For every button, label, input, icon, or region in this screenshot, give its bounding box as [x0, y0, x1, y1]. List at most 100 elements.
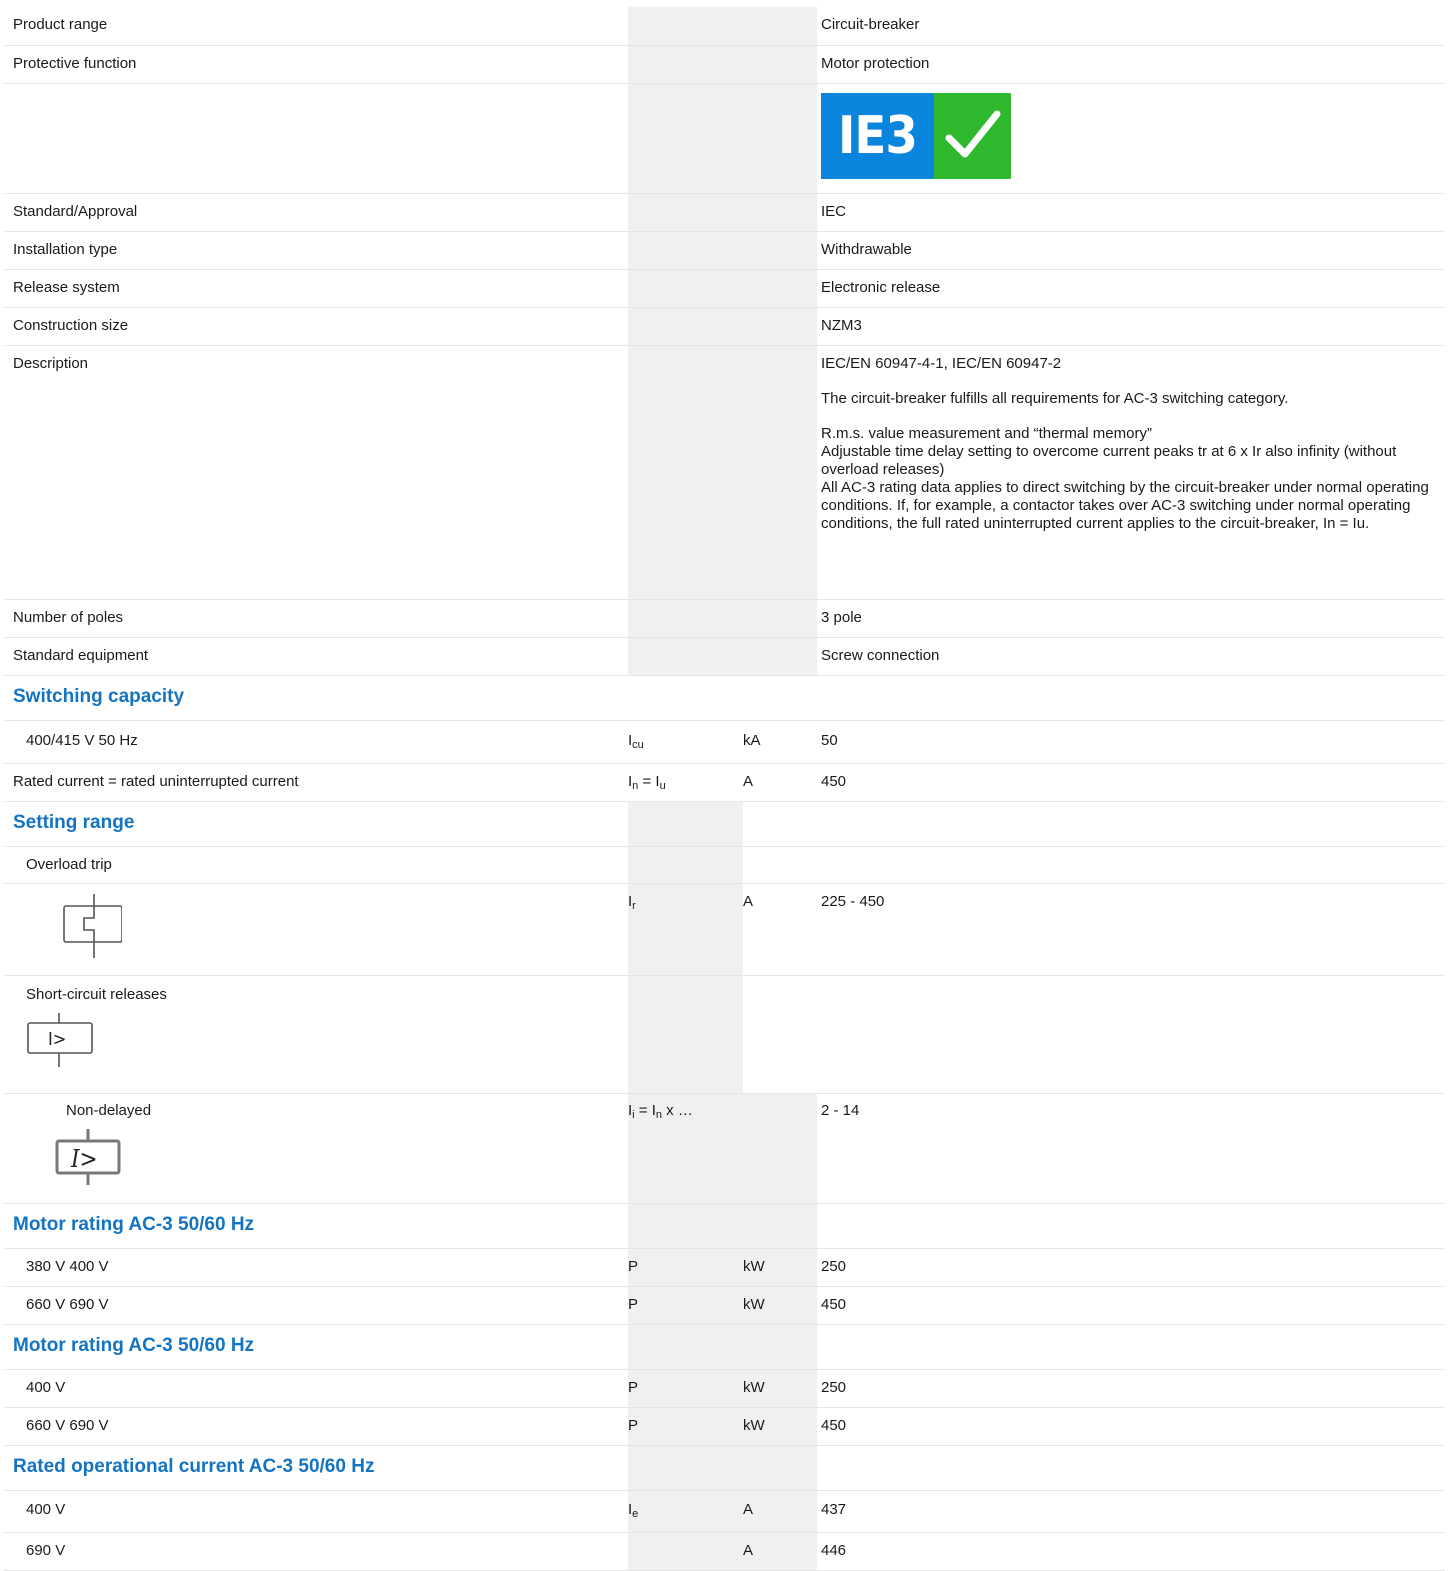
spec-row-non-delayed: Non-delayed I> Ii = In x … 2 - 14 — [4, 1093, 1445, 1204]
spec-symbol: P — [628, 1286, 743, 1325]
spec-label: 660 V 690 V — [4, 1407, 628, 1446]
spec-row-roc-400v: 400 V Ie A 437 — [4, 1490, 1445, 1533]
spec-label: Installation type — [4, 231, 628, 270]
spec-row-motor-rating-2-a: 400 V P kW 250 — [4, 1369, 1445, 1408]
overload-release-icon — [63, 893, 123, 958]
spec-unit: A — [743, 763, 817, 802]
spec-label: 400 V — [4, 1490, 628, 1533]
section-motor-rating-2: Motor rating AC-3 50/60 Hz — [4, 1324, 1445, 1370]
spec-value: Motor protection — [817, 45, 1445, 84]
short-circuit-release-icon: I> — [27, 1012, 93, 1067]
spec-label: Non-delayed — [66, 1101, 152, 1119]
spec-symbol: P — [628, 1248, 743, 1287]
spec-row-standard-equipment: Standard equipment Screw connection — [4, 637, 1445, 676]
checkmark-icon — [934, 92, 1011, 179]
svg-text:I>: I> — [70, 1145, 98, 1173]
spec-label: Standard equipment — [4, 637, 628, 676]
spec-row-rated-current: Rated current = rated uninterrupted curr… — [4, 763, 1445, 802]
spec-value: 50 — [817, 720, 1445, 764]
section-switching-capacity: Switching capacity — [4, 675, 1445, 721]
spec-row-ie3-badge: IE3 — [4, 83, 1445, 194]
spec-label: Protective function — [4, 45, 628, 84]
spec-row-motor-rating-1-a: 380 V 400 V P kW 250 — [4, 1248, 1445, 1287]
spec-value: 446 — [817, 1532, 1445, 1571]
spec-row-protective-function: Protective function Motor protection — [4, 45, 1445, 84]
spec-symbol: In = Iu — [628, 763, 743, 802]
spec-row-construction-size: Construction size NZM3 — [4, 307, 1445, 346]
spec-label: Rated current = rated uninterrupted curr… — [4, 763, 628, 802]
instantaneous-release-icon: I> — [55, 1128, 121, 1185]
spec-value: NZM3 — [817, 307, 1445, 346]
spec-value: IEC — [817, 193, 1445, 232]
spec-unit: kA — [743, 720, 817, 764]
spec-value: Withdrawable — [817, 231, 1445, 270]
spec-symbol: Icu — [628, 720, 743, 764]
section-title: Motor rating AC-3 50/60 Hz — [13, 1213, 255, 1235]
clipped-section-header — [0, 0, 1453, 7]
description-details: R.m.s. value measurement and “thermal me… — [821, 424, 1429, 532]
spec-label: 400 V — [4, 1369, 628, 1408]
description-text: IEC/EN 60947-4-1, IEC/EN 60947-2 The cir… — [821, 355, 1445, 533]
spec-value: Screw connection — [817, 637, 1445, 676]
spec-row-roc-690v: 690 V A 446 — [4, 1532, 1445, 1571]
spec-row-short-circuit: Short-circuit releases I> — [4, 975, 1445, 1094]
spec-value: 2 - 14 — [817, 1093, 1445, 1204]
spec-unit: A — [743, 1532, 817, 1571]
spec-label: 660 V 690 V — [4, 1286, 628, 1325]
spec-value: Electronic release — [817, 269, 1445, 308]
spec-row-motor-rating-1-b: 660 V 690 V P kW 450 — [4, 1286, 1445, 1325]
spec-value: 225 - 450 — [817, 883, 1445, 976]
spec-label: Standard/Approval — [4, 193, 628, 232]
section-title: Setting range — [13, 811, 135, 833]
spec-label: Short-circuit releases — [26, 985, 167, 1003]
spec-value: Circuit-breaker — [817, 7, 1445, 46]
section-setting-range: Setting range — [4, 801, 1445, 847]
section-title: Motor rating AC-3 50/60 Hz — [13, 1334, 255, 1356]
ie3-badge: IE3 — [821, 92, 1011, 179]
spec-row-description: Description IEC/EN 60947-4-1, IEC/EN 609… — [4, 345, 1445, 600]
spec-symbol: Ii = In x … — [628, 1093, 743, 1204]
spec-value: 3 pole — [817, 599, 1445, 638]
description-ac3: The circuit-breaker fulfills all require… — [821, 389, 1289, 407]
spec-label: Construction size — [4, 307, 628, 346]
section-title: Switching capacity — [13, 685, 185, 707]
spec-value: 450 — [817, 763, 1445, 802]
spec-symbol: P — [628, 1407, 743, 1446]
spec-unit: kW — [743, 1248, 817, 1287]
spec-row-overload-trip: Ir A 225 - 450 — [4, 883, 1445, 976]
ie3-label: IE3 — [821, 92, 934, 179]
spec-row-standard-approval: Standard/Approval IEC — [4, 193, 1445, 232]
spec-unit: kW — [743, 1369, 817, 1408]
spec-label: Description — [4, 345, 628, 600]
spec-label: 380 V 400 V — [4, 1248, 628, 1287]
section-motor-rating-1: Motor rating AC-3 50/60 Hz — [4, 1203, 1445, 1249]
spec-row-switching-400v: 400/415 V 50 Hz Icu kA 50 — [4, 720, 1445, 764]
spec-unit: A — [743, 883, 817, 976]
spec-row-product-range: Product range Circuit-breaker — [4, 7, 1445, 46]
spec-row-release-system: Release system Electronic release — [4, 269, 1445, 308]
spec-value: 250 — [817, 1369, 1445, 1408]
spec-symbol: Ir — [628, 883, 743, 976]
spec-row-installation-type: Installation type Withdrawable — [4, 231, 1445, 270]
spec-unit: A — [743, 1490, 817, 1533]
spec-label: Product range — [4, 7, 628, 46]
spec-value: 450 — [817, 1407, 1445, 1446]
svg-text:I>: I> — [48, 1029, 66, 1050]
spec-value: 450 — [817, 1286, 1445, 1325]
spec-value: 437 — [817, 1490, 1445, 1533]
spec-label: Number of poles — [4, 599, 628, 638]
spec-label: Overload trip — [4, 846, 628, 884]
spec-symbol — [628, 1532, 743, 1571]
spec-row-motor-rating-2-b: 660 V 690 V P kW 450 — [4, 1407, 1445, 1446]
spec-row-overload-trip-label: Overload trip — [4, 846, 1445, 884]
spec-table: Product range Circuit-breaker Protective… — [4, 7, 1445, 1571]
description-standards: IEC/EN 60947-4-1, IEC/EN 60947-2 — [821, 354, 1062, 372]
spec-unit: kW — [743, 1286, 817, 1325]
spec-row-number-of-poles: Number of poles 3 pole — [4, 599, 1445, 638]
spec-label: 690 V — [4, 1532, 628, 1571]
spec-unit: kW — [743, 1407, 817, 1446]
spec-symbol: Ie — [628, 1490, 743, 1533]
section-rated-operational-current: Rated operational current AC-3 50/60 Hz — [4, 1445, 1445, 1491]
spec-value: 250 — [817, 1248, 1445, 1287]
spec-label: Release system — [4, 269, 628, 308]
